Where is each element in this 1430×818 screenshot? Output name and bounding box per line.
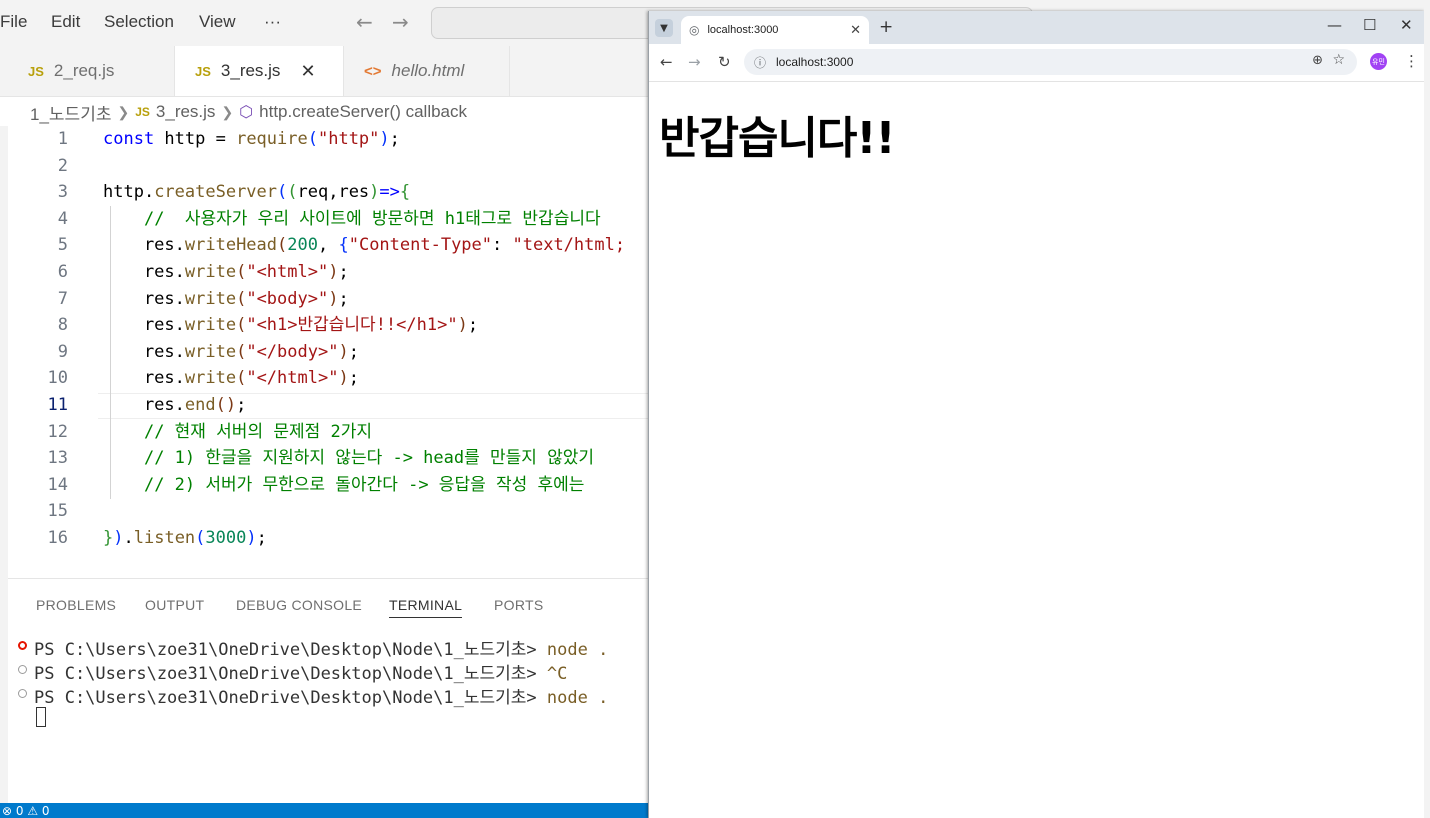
line-number: 6 (57, 262, 68, 282)
bottom-panel: PROBLEMS OUTPUT DEBUG CONSOLE TERMINAL P… (8, 578, 648, 805)
menu-view[interactable]: View (199, 12, 236, 32)
line-number: 12 (47, 421, 68, 442)
line-number: 7 (57, 288, 68, 309)
code-line: 5 res.writeHead(200, {"Content-Type": "t… (0, 232, 648, 259)
breadcrumb-folder[interactable]: 1_노드기초 (30, 100, 111, 125)
reload-icon[interactable]: ↻ (718, 53, 731, 71)
code-line: 9 res.write("</body>"); (0, 339, 648, 366)
bookmark-star-icon[interactable]: ☆ (1332, 52, 1345, 68)
menu-kebab-icon[interactable]: ⋮ (1404, 52, 1419, 70)
problems-count[interactable]: ⊗ 0 ⚠ 0 (2, 804, 50, 818)
code-line: 3 http.createServer((req,res)=>{ (0, 179, 648, 206)
chevron-right-icon: ❯ (221, 103, 234, 120)
address-bar[interactable]: ⓘ localhost:3000 ⊕ ☆ (744, 49, 1357, 75)
back-icon[interactable]: ← (660, 53, 673, 71)
terminal-line: PS C:\Users\zoe31\OneDrive\Desktop\Node\… (34, 688, 609, 708)
forward-arrow-icon[interactable]: → (392, 10, 409, 34)
code-editor[interactable]: 1 const http = require("http"); 2 3 http.c… (0, 126, 648, 566)
line-number: 16 (47, 528, 68, 548)
terminal-line: PS C:\Users\zoe31\OneDrive\Desktop\Node\… (34, 640, 609, 660)
tab-ports[interactable]: PORTS (494, 597, 543, 613)
line-number: 10 (47, 368, 68, 389)
tab-3-res-js[interactable]: JS 3_res.js ✕ (175, 46, 344, 96)
line-number: 2 (57, 155, 68, 176)
url-text[interactable]: localhost:3000 (776, 55, 853, 69)
maximize-icon[interactable]: ☐ (1363, 16, 1376, 34)
close-window-icon[interactable]: ✕ (1400, 16, 1413, 34)
line-number: 15 (47, 501, 68, 522)
code-line: 6 res.write("<html>"); (0, 259, 648, 286)
info-icon[interactable]: ⓘ (754, 54, 766, 71)
browser-window: ▼ ◎ localhost:3000 ✕ + — ☐ ✕ ← → ↻ ⓘ loc… (648, 11, 1425, 818)
code-line: 15 (0, 498, 648, 525)
tab-debug-console[interactable]: DEBUG CONSOLE (236, 597, 362, 613)
browser-tab[interactable]: ◎ localhost:3000 ✕ (681, 16, 869, 44)
globe-icon: ◎ (689, 23, 700, 37)
browser-page: 반갑습니다!! (649, 82, 1425, 818)
new-tab-icon[interactable]: + (879, 17, 893, 37)
line-number: 8 (57, 315, 68, 336)
line-number: 9 (57, 341, 68, 362)
menu-more[interactable]: ··· (264, 12, 281, 32)
tab-problems[interactable]: PROBLEMS (36, 597, 116, 613)
line-number: 14 (47, 474, 68, 495)
code-line: 14 // 2) 서버가 무한으로 돌아간다 -> 응답을 작성 후에는 (0, 472, 648, 499)
js-file-icon: JS (28, 63, 44, 79)
tab-output[interactable]: OUTPUT (145, 597, 204, 613)
code-line: 8 res.write("<h1>반갑습니다!!</h1>"); (0, 312, 648, 339)
back-arrow-icon[interactable]: ← (356, 10, 373, 34)
terminal-cursor[interactable] (36, 707, 46, 727)
status-circle-icon (18, 665, 27, 674)
browser-tab-title: localhost:3000 (707, 24, 779, 36)
html-file-icon: <> (364, 62, 382, 80)
cube-icon: ⬡ (239, 104, 254, 121)
menu-edit[interactable]: Edit (51, 12, 80, 32)
line-number: 4 (57, 208, 68, 229)
code-line: 7 res.write("<body>"); (0, 286, 648, 313)
breadcrumb-file[interactable]: 3_res.js (156, 102, 216, 122)
js-file-icon: JS (195, 63, 211, 79)
terminal-line: PS C:\Users\zoe31\OneDrive\Desktop\Node\… (34, 664, 568, 684)
tab-terminal[interactable]: TERMINAL (389, 597, 463, 618)
status-bar: ⊗ 0 ⚠ 0 (0, 803, 648, 818)
browser-toolbar: ← → ↻ ⓘ localhost:3000 ⊕ ☆ 유민 ⋮ (649, 44, 1425, 82)
tab-label: 2_req.js (53, 61, 115, 80)
code-line: 10 res.write("</html>"); (0, 365, 648, 392)
code-line: 16}).listen(3000); (0, 525, 648, 552)
line-number: 5 (57, 235, 68, 256)
breadcrumb-symbol[interactable]: http.createServer() callback (259, 102, 467, 122)
tab-hello-html[interactable]: <> hello.html (344, 46, 510, 96)
js-file-icon: JS (135, 105, 150, 119)
forward-icon[interactable]: → (688, 53, 701, 71)
page-heading: 반갑습니다!! (659, 113, 896, 164)
window-edge (1424, 0, 1430, 818)
menu-selection[interactable]: Selection (104, 12, 174, 32)
profile-avatar[interactable]: 유민 (1370, 53, 1387, 70)
code-line: 11 res.end(); (0, 392, 648, 419)
line-number: 3 (57, 182, 68, 203)
chevron-right-icon: ❯ (117, 103, 130, 120)
code-line: 12 // 현재 서버의 문제점 2가지 (0, 419, 648, 446)
code-line: 1 const http = require("http"); (0, 126, 648, 153)
tab-search-icon[interactable]: ▼ (655, 19, 673, 37)
code-line: 13 // 1) 한글을 지원하지 않는다 -> head를 만들지 않았기 (0, 445, 648, 472)
menu-file[interactable]: File (0, 12, 27, 32)
browser-tab-strip: ▼ ◎ localhost:3000 ✕ + — ☐ ✕ (649, 11, 1425, 44)
line-number: 1 (57, 129, 68, 149)
code-line: 4 // 사용자가 우리 사이트에 방문하면 h1태그로 반갑습니다 (0, 206, 648, 233)
line-number: 13 (47, 448, 68, 469)
close-icon[interactable]: ✕ (850, 22, 861, 38)
close-icon[interactable]: ✕ (300, 61, 315, 82)
status-circle-icon (18, 689, 27, 698)
tab-label: hello.html (391, 61, 465, 80)
minimize-icon[interactable]: — (1327, 16, 1342, 34)
error-status-icon (18, 641, 27, 650)
breadcrumb: 1_노드기초 ❯ JS 3_res.js ❯ ⬡ http.createServ… (30, 100, 467, 124)
line-number: 11 (47, 395, 68, 415)
zoom-icon[interactable]: ⊕ (1312, 53, 1323, 68)
code-line: 2 (0, 153, 648, 180)
tab-2-req-js[interactable]: JS 2_req.js (8, 46, 175, 96)
tab-label: 3_res.js (220, 61, 281, 80)
